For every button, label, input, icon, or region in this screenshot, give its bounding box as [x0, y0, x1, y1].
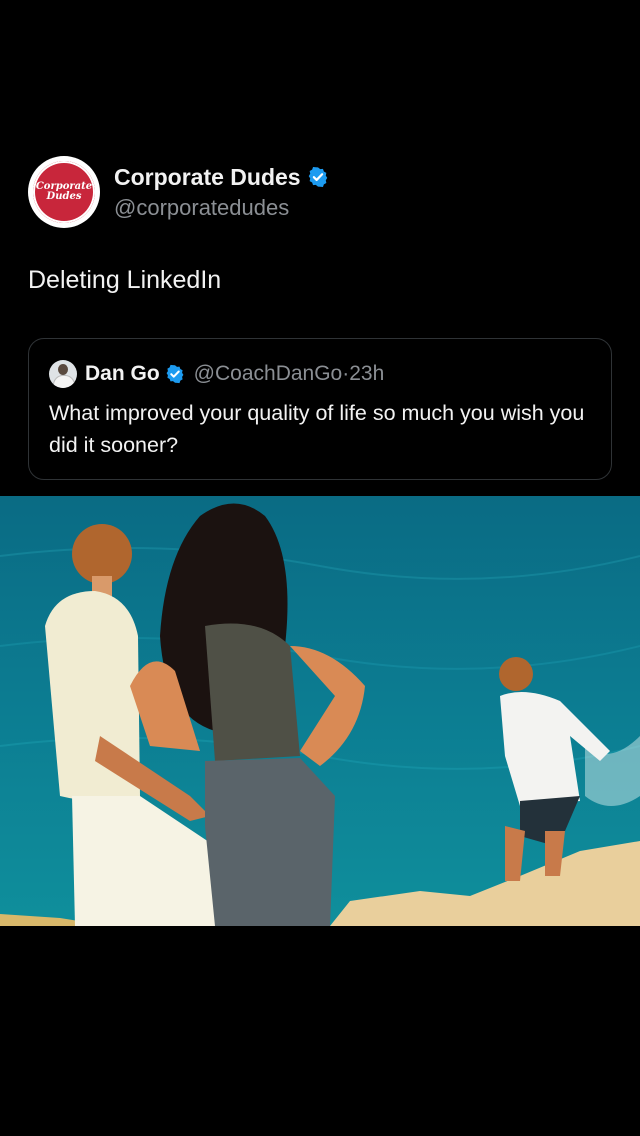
verified-badge-icon [166, 364, 184, 384]
photo-icon [0, 496, 640, 926]
verified-badge-icon [308, 167, 327, 187]
tweet-text: Deleting LinkedIn [28, 266, 222, 294]
author-name: Corporate Dudes [114, 163, 301, 190]
quoted-tweet-text: What improved your quality of life so mu… [49, 401, 585, 457]
quoted-tweet-header: Dan Go @CoachDanGo·23h [49, 359, 384, 389]
tweet-media-image[interactable] [0, 496, 640, 926]
tweet-header: Corporate Dudes Corporate Dudes @corpora… [28, 156, 329, 228]
avatar-logo: Corporate Dudes [33, 161, 95, 223]
quoted-author-handle: @CoachDanGo [193, 362, 343, 385]
quoted-avatar-body [53, 375, 75, 388]
tweet-post: Corporate Dudes Corporate Dudes @corpora… [0, 0, 640, 1136]
quoted-meta: @CoachDanGo·23h [194, 362, 385, 386]
avatar-logo-line-2: Dudes [46, 191, 82, 202]
avatar[interactable]: Corporate Dudes [28, 156, 100, 228]
author-handle[interactable]: @corporatedudes [114, 193, 329, 223]
quoted-avatar[interactable] [49, 360, 77, 388]
quoted-avatar-head [58, 364, 68, 375]
quoted-tweet[interactable]: Dan Go @CoachDanGo·23h What improved you… [28, 338, 612, 480]
quoted-timestamp: 23h [349, 362, 385, 385]
author-info: Corporate Dudes @corporatedudes [114, 161, 329, 223]
author-name-row[interactable]: Corporate Dudes [114, 161, 329, 193]
quoted-author-name[interactable]: Dan Go [85, 362, 160, 386]
